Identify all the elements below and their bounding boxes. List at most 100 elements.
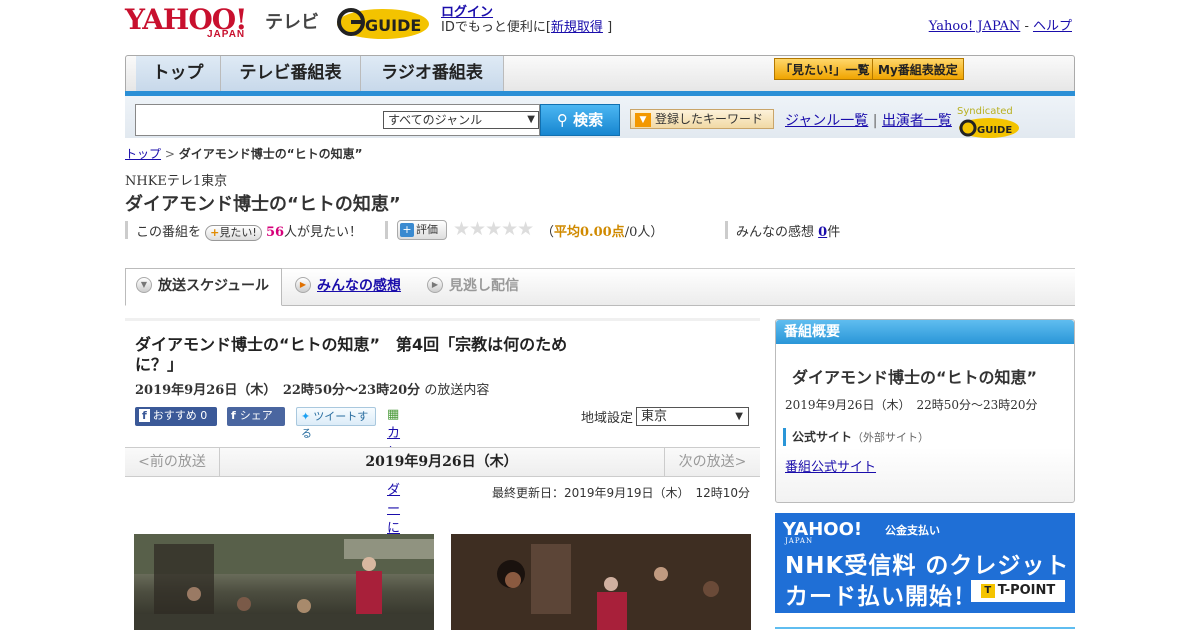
official-site-heading: 公式サイト（外部サイト） <box>783 428 929 446</box>
tab-kanso-label[interactable]: みんなの感想 <box>317 278 401 294</box>
tab-minogashi[interactable]: ▶ 見逃し配信 <box>427 269 519 305</box>
mitai-count: 56 <box>265 225 285 240</box>
region-select[interactable]: 東京 ▼ <box>636 407 749 426</box>
svg-text:GUIDE: GUIDE <box>977 125 1012 136</box>
region-setting: 地域設定 東京 ▼ <box>581 407 749 426</box>
page-title: ダイアモンド博士の“ヒトの知恵” <box>125 194 401 215</box>
episode-photo <box>134 534 434 630</box>
next-broadcast-button[interactable]: 次の放送> <box>664 448 760 476</box>
episode-box: ダイアモンド博士の“ヒトの知恵” 第4回「宗教は何のために？」 2019年9月2… <box>125 318 760 574</box>
last-updated: 最終更新日：2019年9月19日（木） 12時10分 <box>492 486 750 500</box>
mitai-list-button[interactable]: 「見たい!」一覧 <box>774 58 876 80</box>
ad-small-label: 公金支払い <box>885 524 940 537</box>
facebook-icon: f <box>139 409 150 422</box>
episode-photo-image <box>451 534 751 630</box>
gguide-logo[interactable]: GUIDE <box>335 6 431 40</box>
breadcrumb-current: ダイアモンド博士の“ヒトの知恵” <box>178 147 363 161</box>
keyword-button-label: 登録したキーワード <box>655 112 764 126</box>
nav-tab-tv[interactable]: テレビ番組表 <box>221 56 361 92</box>
plus-icon: + <box>210 226 220 239</box>
login-area: ログイン IDでもっと便利に[新規取得 ] <box>441 5 612 35</box>
search-button[interactable]: ⚲ 検索 <box>540 104 620 136</box>
play-icon: ▶ <box>427 277 443 293</box>
nav-tab-top[interactable]: トップ <box>136 56 221 92</box>
tab-schedule[interactable]: ▼ 放送スケジュール <box>125 268 282 306</box>
mitai-prefix: この番組を <box>136 225 202 240</box>
region-label: 地域設定 <box>581 411 634 426</box>
region-select-value: 東京 <box>641 409 668 424</box>
rating-average-value: 平均0.00点 <box>554 225 625 240</box>
program-tabs: ▼ 放送スケジュール ▶ みんなの感想 ▶ 見逃し配信 <box>125 268 1075 306</box>
rating-stars: ★★★★★ <box>453 218 534 240</box>
episode-date-value: 2019年9月26日（木） 22時50分～23時20分 <box>135 383 421 398</box>
ad-line2: カード払い開始！ <box>785 584 977 610</box>
kanso-count-link[interactable]: 0 <box>818 225 827 240</box>
search-icon: ⚲ <box>556 111 568 129</box>
chevron-down-icon: ▼ <box>136 277 152 293</box>
tweet-button[interactable]: ✦ ツイートする <box>296 407 376 440</box>
login-sub-prefix: IDでもっと便利に[ <box>441 20 551 35</box>
nav-tab-radio[interactable]: ラジオ番組表 <box>361 56 504 92</box>
top-links: Yahoo! JAPAN - ヘルプ <box>929 15 1072 34</box>
facebook-share-button[interactable]: f シェア <box>227 407 285 426</box>
kanso-label: みんなの感想 <box>736 225 819 240</box>
tpoint-label: T-POINT <box>997 583 1056 598</box>
genre-select-value: すべてのジャンル <box>388 113 483 127</box>
program-stats: この番組を +見たい! 56人が見たい！ + 評価 ★★★★★ （平均0.00点/… <box>125 218 1075 242</box>
current-broadcast-date: 2019年9月26日（木） <box>365 454 518 470</box>
kanso-count-area: みんなの感想 0件 <box>736 221 840 240</box>
mitai-button[interactable]: +見たい! <box>205 225 262 241</box>
calendar-icon: ▦ <box>387 407 400 422</box>
help-link[interactable]: ヘルプ <box>1033 19 1072 34</box>
genre-select[interactable]: すべてのジャンル ▼ <box>383 111 539 129</box>
genre-list-link[interactable]: ジャンル一覧 <box>785 113 868 129</box>
rating-average: （平均0.00点/0人） <box>541 225 664 240</box>
tpoint-badge: T T-POINT <box>971 580 1065 602</box>
keyword-button[interactable]: ▼ 登録したキーワード <box>630 109 774 129</box>
search-links-sep: | <box>872 113 878 129</box>
main-nav: トップ テレビ番組表 ラジオ番組表 「見たい!」一覧 My番組表設定 <box>125 55 1075 92</box>
official-site-label: 公式サイト <box>792 430 853 444</box>
cast-list-link[interactable]: 出演者一覧 <box>882 113 952 129</box>
program-summary-date: 2019年9月26日（木） 22時50分～23時20分 <box>785 398 1038 412</box>
broadcast-pager: <前の放送 2019年9月26日（木） 次の放送> <box>125 447 760 477</box>
twitter-icon: ✦ <box>301 410 311 423</box>
nhk-payment-ad[interactable]: YAHOO! JAPAN 公金支払い NHK受信料 のクレジット カード払い開始… <box>775 513 1075 613</box>
tweet-button-label: ツイートする <box>301 410 369 440</box>
login-link[interactable]: ログイン <box>441 5 493 20</box>
episode-date: 2019年9月26日（木） 22時50分～23時20分 の放送内容 <box>135 379 489 398</box>
episode-date-suffix: の放送内容 <box>424 383 490 398</box>
facebook-icon: f <box>231 409 236 422</box>
stats-divider <box>125 221 128 239</box>
stats-divider <box>385 221 388 239</box>
svg-text:GUIDE: GUIDE <box>365 16 421 35</box>
syndicated-label: Syndicated GUIDE <box>957 106 1075 139</box>
official-site-link[interactable]: 番組公式サイト <box>785 456 876 475</box>
gguide-logo-icon: GUIDE <box>337 8 429 39</box>
rate-button[interactable]: + 評価 <box>397 220 447 240</box>
program-summary-title: ダイアモンド博士の“ヒトの知恵” <box>792 368 1038 387</box>
episode-title: ダイアモンド博士の“ヒトの知恵” 第4回「宗教は何のために？」 <box>135 335 568 374</box>
mitai-suffix: 人が見たい！ <box>284 225 363 240</box>
yahoo-japan-link[interactable]: Yahoo! JAPAN <box>929 19 1021 34</box>
tpoint-icon: T <box>980 583 995 598</box>
ad-japan-text: JAPAN <box>785 537 814 545</box>
signup-link[interactable]: 新規取得 <box>551 20 603 35</box>
search-links: ジャンル一覧 | 出演者一覧 <box>785 110 952 130</box>
tab-minogashi-label: 見逃し配信 <box>449 278 519 294</box>
episode-photo <box>451 534 751 630</box>
prev-broadcast-button[interactable]: <前の放送 <box>125 448 220 476</box>
plus-icon: + <box>400 223 414 237</box>
breadcrumb-top-link[interactable]: トップ <box>125 147 161 161</box>
my-schedule-button[interactable]: My番組表設定 <box>872 58 964 80</box>
breadcrumb-arrow: > <box>161 147 179 161</box>
search-button-label: 検索 <box>573 111 604 129</box>
search-bar: すべてのジャンル ▼ ⚲ 検索 ▼ 登録したキーワード ジャンル一覧 | 出演者一… <box>125 96 1075 138</box>
tab-kanso[interactable]: ▶ みんなの感想 <box>295 269 401 305</box>
triangle-down-icon: ▼ <box>635 112 651 127</box>
tv-logo[interactable]: テレビ <box>265 8 319 34</box>
facebook-recommend-label: おすすめ 0 <box>152 409 208 422</box>
login-sub-suffix: ] <box>607 20 613 35</box>
facebook-recommend-button[interactable]: f おすすめ 0 <box>135 407 217 426</box>
rate-button-label: 評価 <box>416 223 438 236</box>
